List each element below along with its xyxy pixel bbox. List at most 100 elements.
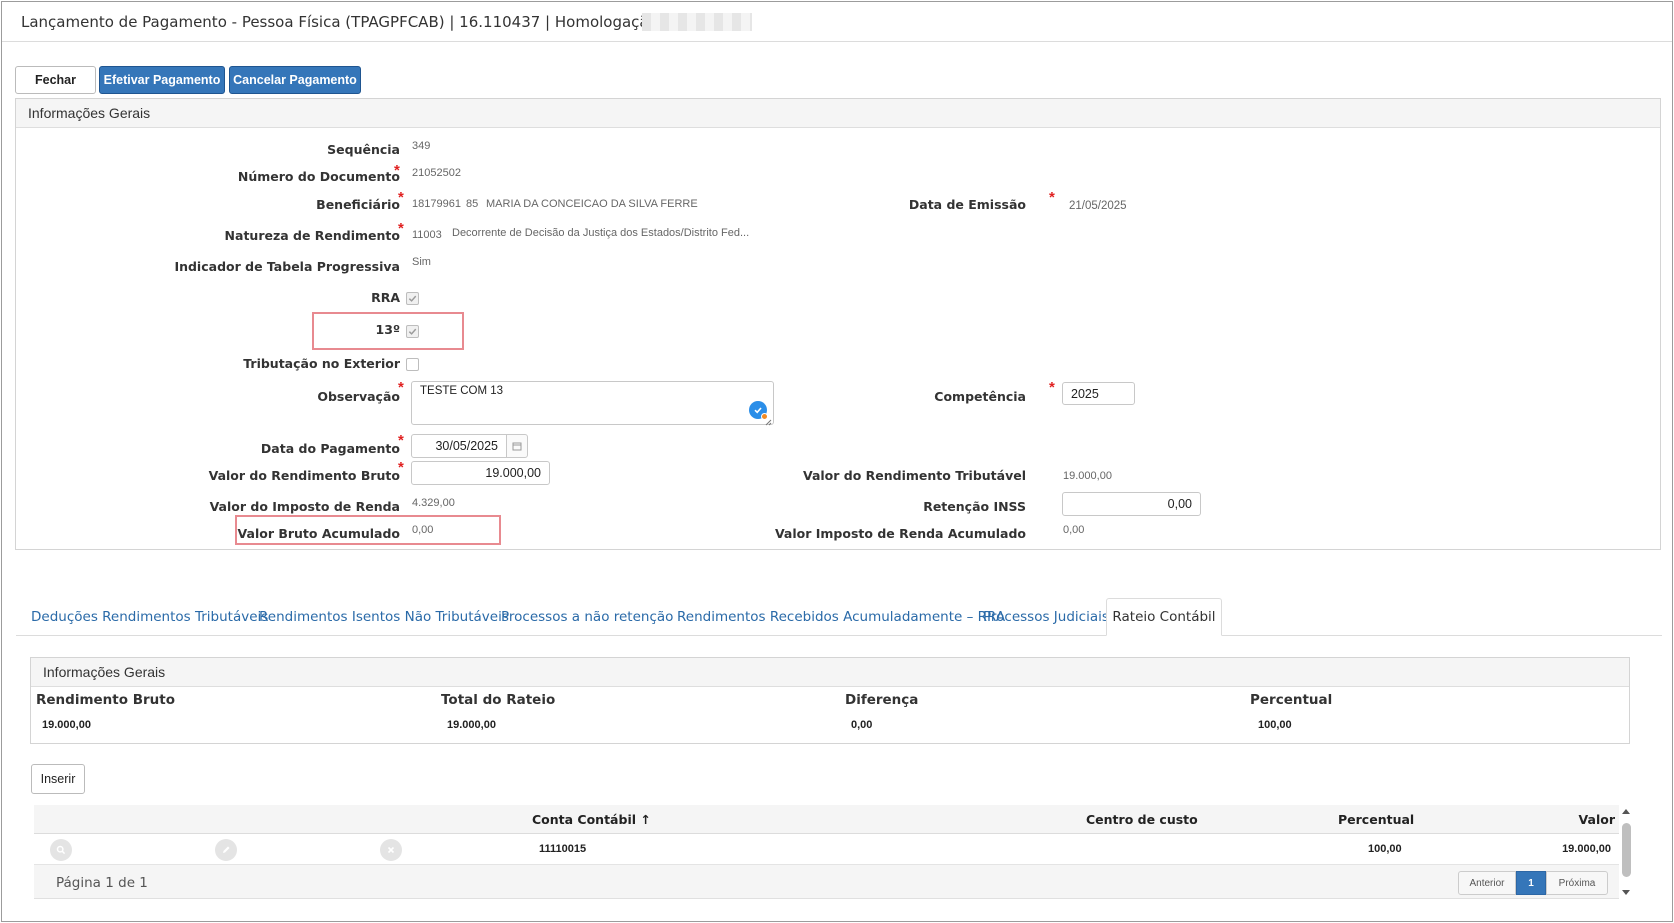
cell-conta: 11110015: [539, 843, 587, 855]
valor-bruto-acumulado-label: Valor Bruto Acumulado: [237, 526, 400, 541]
observacao-text: TESTE COM 13: [420, 385, 504, 397]
required-marker: *: [398, 189, 404, 206]
col-conta-contabil[interactable]: Conta Contábil ↑: [532, 805, 651, 834]
app-window: Lançamento de Pagamento - Pessoa Física …: [1, 1, 1673, 922]
check-icon: [408, 295, 417, 302]
anterior-button[interactable]: Anterior: [1458, 871, 1516, 895]
required-marker: *: [1049, 379, 1055, 396]
col-percentual[interactable]: Percentual: [1338, 805, 1414, 834]
sort-asc-icon: ↑: [640, 812, 651, 827]
data-emissao-value: 21/05/2025: [1069, 200, 1127, 212]
natureza-label: Natureza de Rendimento: [224, 228, 400, 243]
data-pagamento-input[interactable]: 30/05/2025: [411, 434, 507, 458]
rra-checkbox[interactable]: [406, 292, 419, 305]
retencao-inss-value: 0,00: [1167, 497, 1192, 511]
tab-deducoes[interactable]: Deduções Rendimentos Tributáveis: [31, 598, 268, 636]
valor-imposto-acumulado-value: 0,00: [1063, 524, 1085, 536]
tributacao-exterior-checkbox[interactable]: [406, 358, 419, 371]
table-row[interactable]: 11110015 100,00 19.000,00: [34, 834, 1619, 865]
total-rateio-value: 19.000,00: [447, 719, 496, 731]
numero-documento-label: Número do Documento: [237, 169, 400, 184]
valor-imposto-renda-label: Valor do Imposto de Renda: [209, 499, 400, 514]
proxima-button[interactable]: Próxima: [1546, 871, 1608, 895]
required-marker: *: [398, 379, 404, 396]
valor-rendimento-bruto-label: Valor do Rendimento Bruto: [208, 468, 400, 483]
percentual-value: 100,00: [1258, 719, 1292, 731]
retencao-inss-input[interactable]: 0,00: [1062, 492, 1201, 516]
decimo-terceiro-label: 13º: [375, 322, 400, 337]
cancelar-pagamento-button[interactable]: Cancelar Pagamento: [229, 66, 361, 94]
delete-icon[interactable]: [380, 839, 402, 861]
retencao-inss-label: Retenção INSS: [923, 499, 1026, 514]
required-marker: *: [398, 459, 404, 476]
observacao-label: Observação: [317, 389, 400, 404]
tab-bar: Deduções Rendimentos Tributáveis Rendime…: [16, 598, 1662, 636]
indicador-tabela-label: Indicador de Tabela Progressiva: [174, 259, 400, 274]
rendimento-bruto-label: Rendimento Bruto: [36, 692, 176, 708]
beneficiario-name: MARIA DA CONCEICAO DA SILVA FERRE: [486, 198, 698, 210]
search-icon[interactable]: [50, 839, 72, 861]
tab-rateio-contabil[interactable]: Rateio Contábil: [1106, 598, 1222, 636]
valor-rendimento-tributavel-label: Valor do Rendimento Tributável: [802, 468, 1026, 483]
valor-rendimento-tributavel-value: 19.000,00: [1063, 470, 1112, 482]
tab-processos-nao-retencao[interactable]: Processos a não retenção: [501, 598, 673, 636]
calendar-icon: [512, 442, 522, 451]
beneficiario-seq: 85: [466, 198, 479, 210]
sequencia-label: Sequência: [327, 142, 400, 157]
tab-processos-judiciais[interactable]: Processos Judiciais: [983, 598, 1109, 636]
competencia-input[interactable]: 2025: [1062, 382, 1135, 405]
col-centro-custo[interactable]: Centro de custo: [1086, 805, 1198, 834]
natureza-code: 11003: [412, 229, 442, 241]
rateio-summary-heading: Informações Gerais: [31, 658, 1629, 687]
grid-header: Conta Contábil ↑ Centro de custo Percent…: [34, 805, 1619, 834]
efetivar-pagamento-button[interactable]: Efetivar Pagamento: [99, 66, 225, 94]
rateio-summary-panel: Informações Gerais: [30, 657, 1630, 744]
calendar-button[interactable]: [506, 434, 528, 458]
competencia-value: 2025: [1071, 386, 1099, 401]
rra-label: RRA: [371, 290, 400, 305]
data-emissao-label: Data de Emissão: [908, 197, 1026, 212]
scroll-up-icon: [1622, 809, 1630, 814]
required-marker: *: [1049, 189, 1055, 206]
check-icon: [408, 328, 417, 335]
percentual-label: Percentual: [1250, 692, 1333, 708]
indicador-tabela-value: Sim: [412, 256, 431, 268]
valor-rendimento-bruto-input[interactable]: 19.000,00: [411, 461, 550, 485]
diferenca-value: 0,00: [851, 719, 873, 731]
valor-imposto-renda-value: 4.329,00: [412, 497, 455, 509]
edit-icon[interactable]: [215, 839, 237, 861]
natureza-desc: Decorrente de Decisão da Justiça dos Est…: [452, 227, 750, 239]
data-pagamento-value: 30/05/2025: [435, 439, 498, 453]
beneficiario-label: Beneficiário: [316, 197, 400, 212]
fechar-button[interactable]: Fechar: [15, 66, 96, 94]
scroll-down-icon: [1622, 890, 1630, 895]
decimo-terceiro-checkbox[interactable]: [406, 325, 419, 338]
numero-documento-value: 21052502: [412, 167, 461, 179]
competencia-label: Competência: [934, 389, 1026, 404]
title-bar: Lançamento de Pagamento - Pessoa Física …: [2, 2, 1672, 42]
required-marker: *: [394, 162, 400, 179]
beneficiario-code: 18179961: [412, 198, 461, 210]
scrollbar-thumb[interactable]: [1622, 823, 1631, 877]
info-panel-heading: Informações Gerais: [16, 99, 1660, 128]
resize-handle-icon[interactable]: [764, 415, 772, 426]
valor-bruto-acumulado-value: 0,00: [412, 524, 434, 536]
observacao-textarea[interactable]: TESTE COM 13: [411, 381, 774, 425]
tributacao-exterior-label: Tributação no Exterior: [243, 356, 400, 371]
sequencia-value: 349: [412, 140, 431, 152]
page-1-button[interactable]: 1: [1516, 871, 1546, 895]
valor-rendimento-bruto-value: 19.000,00: [485, 466, 541, 480]
col-valor[interactable]: Valor: [1579, 805, 1615, 834]
data-pagamento-label: Data do Pagamento: [260, 441, 400, 456]
total-rateio-label: Total do Rateio: [441, 692, 556, 708]
grid-scrollbar[interactable]: [1620, 805, 1632, 899]
rendimento-bruto-value: 19.000,00: [42, 719, 91, 731]
required-marker: *: [398, 432, 404, 449]
required-marker: *: [398, 220, 404, 237]
tab-rra[interactable]: Rendimentos Recebidos Acumuladamente – R…: [677, 598, 1005, 636]
valor-imposto-acumulado-label: Valor Imposto de Renda Acumulado: [774, 526, 1026, 541]
diferenca-label: Diferença: [845, 692, 919, 708]
cell-percentual: 100,00: [1368, 843, 1402, 855]
tab-rendimentos-isentos[interactable]: Rendimentos Isentos Não Tributáveis: [259, 598, 509, 636]
inserir-button[interactable]: Inserir: [31, 764, 85, 794]
